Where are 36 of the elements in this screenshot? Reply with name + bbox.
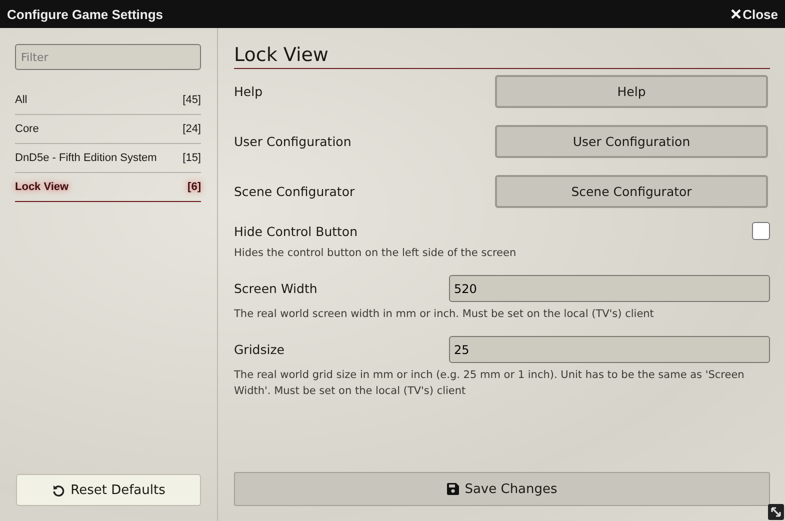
number-field[interactable]: 25 bbox=[449, 336, 770, 363]
category-count: [15] bbox=[182, 152, 201, 164]
undo-icon bbox=[52, 484, 65, 496]
close-icon bbox=[730, 9, 741, 19]
category-label: Lock View bbox=[15, 181, 69, 193]
setting-label: Screen Width bbox=[234, 281, 318, 296]
setting-hint: The real world grid size in mm or inch (e.g. 25 mm or 1 inch). Unit has to be the same as 'Screen Width'. Must be set on the local (TV's) client bbox=[234, 368, 746, 399]
reset-defaults-button[interactable]: Reset Defaults bbox=[16, 474, 201, 506]
category-count: [45] bbox=[182, 94, 201, 106]
save-changes-button[interactable]: Save Changes bbox=[234, 472, 770, 506]
setting-button[interactable]: User Configuration bbox=[495, 124, 768, 158]
number-field[interactable]: 520 bbox=[449, 275, 770, 302]
category-label: Core bbox=[15, 123, 39, 135]
setting-label: Gridsize bbox=[234, 342, 284, 357]
category-item[interactable]: Lock View [6] bbox=[15, 173, 201, 202]
setting-label: User Configuration bbox=[234, 134, 352, 148]
setting-label: Help bbox=[234, 84, 262, 98]
resize-handle-icon[interactable] bbox=[768, 504, 784, 520]
setting-hint: Hides the control button on the left side of the screen bbox=[234, 246, 518, 261]
window-title: Configure Game Settings bbox=[7, 6, 164, 22]
category-item[interactable]: DnD5e - Fifth Edition System [15] bbox=[15, 144, 201, 173]
setting-hint: The real world screen width in mm or inch. Must be set on the local (TV's) client bbox=[234, 307, 655, 322]
setting-button[interactable]: Help bbox=[495, 74, 768, 108]
setting-button[interactable]: Scene Configurator bbox=[495, 174, 768, 208]
section-heading: Lock View bbox=[234, 44, 770, 69]
setting-label: Scene Configurator bbox=[234, 184, 355, 198]
filter-field[interactable]: Filter bbox=[15, 44, 201, 70]
category-item[interactable]: All [45] bbox=[15, 86, 201, 115]
category-item[interactable]: Core [24] bbox=[15, 115, 201, 144]
setting-label: Hide Control Button bbox=[234, 224, 358, 238]
category-label: DnD5e - Fifth Edition System bbox=[15, 152, 157, 164]
category-label: All bbox=[15, 94, 28, 106]
checkbox[interactable] bbox=[752, 222, 770, 240]
category-count: [24] bbox=[182, 123, 201, 135]
category-count: [6] bbox=[188, 181, 201, 193]
close-button[interactable]: Close bbox=[730, 6, 778, 22]
